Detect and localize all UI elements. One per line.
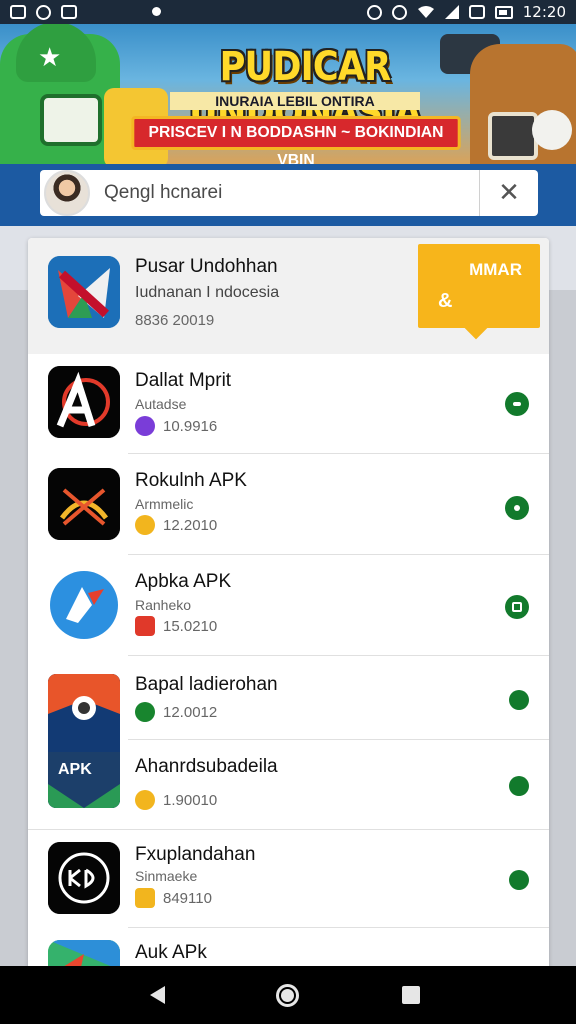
bluetooth-icon: [391, 4, 407, 20]
sim-icon: [468, 5, 485, 19]
clock: 12:20: [522, 3, 566, 21]
search-bar[interactable]: Qengl hcnarei ✕: [40, 170, 538, 216]
install-button[interactable]: MMAR &: [418, 244, 540, 340]
app-meta-value: 15.0210: [163, 617, 218, 635]
list-item[interactable]: Bapal ladierohan 12.0012: [28, 656, 549, 740]
app-meta: 15.0210: [135, 616, 217, 636]
install-button-pointer: [464, 316, 488, 340]
app-meta: 12.2010: [135, 515, 217, 535]
app-subtitle: Autadse: [135, 396, 187, 412]
app-meta-value: 10.9916: [163, 417, 218, 435]
status-bar: 12:20: [0, 0, 576, 24]
installed-status-icon[interactable]: [509, 690, 529, 710]
lock-status-icon[interactable]: [505, 595, 529, 619]
rating-icon: [135, 702, 155, 722]
installed-status-icon[interactable]: [505, 392, 529, 416]
app-kd-icon: [48, 842, 120, 914]
app-name: Bapal ladierohan: [135, 674, 278, 695]
signal-icon: [444, 5, 459, 19]
app-meta-value: 849110: [163, 889, 212, 907]
banner-subtitle: INURAIA LEBIL ONTIRA: [170, 92, 420, 110]
search-results-card: Pusar Undohhan Iudnanan I ndocesia 8836 …: [28, 238, 549, 978]
app-name: Fxuplandahan: [135, 844, 256, 865]
app-name: Ahanrdsubadeila: [135, 756, 278, 777]
list-item[interactable]: Dallat Mprit Autadse 10.9916: [28, 354, 549, 454]
messages-icon: [61, 5, 77, 19]
bottle-screen-illustration: [488, 112, 538, 160]
list-item[interactable]: Rokulnh APK Armmelic 12.2010: [28, 454, 549, 555]
app-blue-circle-icon: [48, 569, 120, 641]
rating-icon: [135, 515, 155, 535]
install-button-symbol: &: [438, 290, 453, 312]
recent-apps-icon[interactable]: [402, 986, 420, 1004]
rating-icon: [135, 888, 155, 908]
battery-icon: [494, 5, 513, 19]
app-meta: 12.0012: [135, 702, 217, 722]
rating-icon: [135, 416, 155, 436]
app-name: Auk APk: [135, 942, 207, 963]
app-meta-value: 1.90010: [163, 791, 218, 809]
app-meta-value: 12.2010: [163, 516, 218, 534]
flower-illustration: [532, 110, 572, 150]
app-swords-icon: [48, 468, 120, 540]
installed-status-icon[interactable]: [509, 870, 529, 890]
list-item[interactable]: Fxuplandahan Sinmaeke 849110: [28, 830, 549, 928]
gallery-icon: [10, 5, 26, 19]
close-icon[interactable]: ✕: [480, 170, 538, 216]
featured-app-meta: 8836 20019: [135, 312, 215, 329]
app-x-icon: [48, 256, 120, 328]
search-input[interactable]: Qengl hcnarei: [104, 182, 479, 204]
robot-screen-illustration: [40, 94, 102, 146]
app-meta: 1.90010: [135, 790, 217, 810]
navigation-bar: [0, 966, 576, 1024]
app-a-icon: [48, 366, 120, 438]
app-subtitle: Sinmaeke: [135, 868, 198, 884]
app-subtitle: Ranheko: [135, 597, 192, 613]
whatsapp-icon: [36, 4, 51, 20]
app-name: Rokulnh APK: [135, 470, 247, 491]
home-icon[interactable]: [276, 984, 299, 1007]
avatar[interactable]: [44, 170, 90, 216]
rating-icon: [135, 790, 155, 810]
back-icon[interactable]: [150, 986, 165, 1004]
mute-icon: [366, 4, 382, 20]
rating-icon: [135, 616, 155, 636]
featured-result[interactable]: Pusar Undohhan Iudnanan I ndocesia 8836 …: [28, 238, 549, 354]
install-button-label: MMAR: [469, 260, 522, 279]
app-name: Apbka APK: [135, 571, 232, 592]
promo-banner[interactable]: ★ PUDICAR UNDONASIA INURAIA LEBIL ONTIRA…: [0, 24, 576, 164]
featured-app-subtitle: Iudnanan I ndocesia: [135, 284, 280, 301]
list-item[interactable]: Ahanrdsubadeila 1.90010: [28, 740, 549, 830]
star-icon: ★: [38, 42, 62, 72]
app-meta: 849110: [135, 888, 212, 908]
notification-dot-icon: [152, 7, 161, 16]
banner-ribbon: PRISCEV I N BODDASHN ~ BOKINDIAN VBIN: [131, 116, 461, 164]
installed-status-icon[interactable]: [509, 776, 529, 796]
app-subtitle: Armmelic: [135, 496, 194, 512]
wifi-icon: [417, 6, 434, 18]
featured-app-name: Pusar Undohhan: [135, 256, 278, 277]
app-meta: 10.9916: [135, 416, 217, 436]
app-meta-value: 12.0012: [163, 703, 218, 721]
app-name: Dallat Mprit: [135, 370, 232, 391]
installed-status-icon[interactable]: [505, 496, 529, 520]
list-item[interactable]: Apbka APK Ranheko 15.0210: [28, 555, 549, 656]
